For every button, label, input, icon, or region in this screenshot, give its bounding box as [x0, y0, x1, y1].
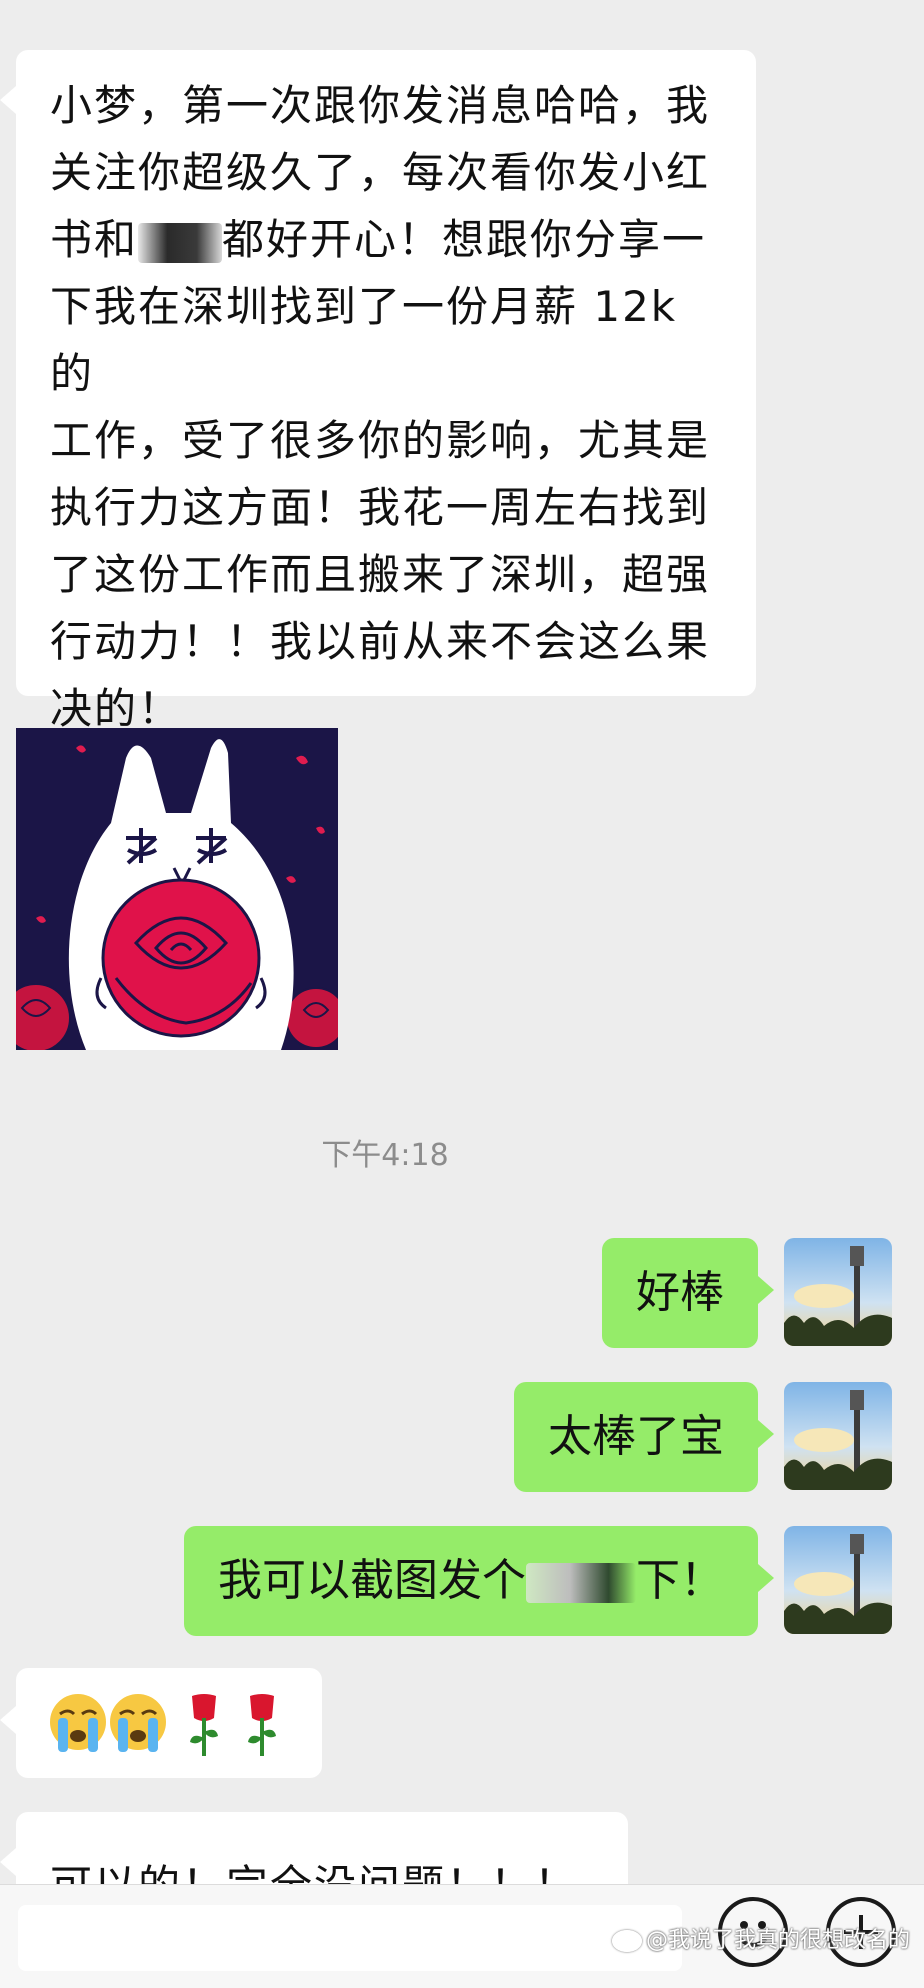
user-avatar[interactable] — [784, 1526, 892, 1634]
message-line: 书和 都好开心！想跟你分享一 — [50, 206, 728, 273]
bunny-rose-sticker[interactable] — [16, 728, 338, 1050]
avatar-image — [784, 1526, 892, 1634]
message-line: 小梦，第一次跟你发消息哈哈，我 — [50, 81, 711, 130]
message-fragment: 书和 — [50, 215, 139, 264]
outgoing-message-text: 好棒 — [636, 1267, 724, 1318]
avatar-image — [784, 1382, 892, 1490]
weibo-icon — [611, 1930, 642, 1952]
watermark-text: @我说了我真的很想改名的 — [645, 1928, 910, 1953]
crying-face-icon — [110, 1694, 166, 1752]
message-line: 关注你超级久了，每次看你发小红 — [50, 148, 711, 197]
outgoing-message-text: 太棒了宝 — [548, 1411, 724, 1462]
message-fragment: 都好开心！想跟你分享一 — [222, 215, 707, 264]
message-line: 了这份工作而且搬来了深圳，超强 — [50, 550, 711, 599]
crying-face-icon — [50, 1694, 106, 1752]
outgoing-message-text: 下！ — [636, 1555, 724, 1606]
message-timestamp: 下午4:18 — [321, 1138, 449, 1173]
message-line: 下我在深圳找到了一份月薪 12k 的 — [50, 282, 678, 398]
redacted-blur — [138, 222, 223, 263]
incoming-emoji-bubble[interactable] — [0, 1668, 322, 1778]
weibo-watermark: @我说了我真的很想改名的 — [611, 1922, 910, 1954]
rose-icon — [190, 1694, 218, 1756]
outgoing-message-text: 我可以截图发个 — [218, 1555, 526, 1606]
redacted-blur — [526, 1563, 636, 1603]
outgoing-message-bubble[interactable]: 好棒 — [602, 1238, 774, 1348]
incoming-message-bubble[interactable]: 小梦，第一次跟你发消息哈哈，我 关注你超级久了，每次看你发小红 书和 都好开心！想… — [0, 50, 756, 733]
user-avatar[interactable] — [784, 1382, 892, 1490]
outgoing-message-bubble[interactable]: 太棒了宝 — [514, 1382, 774, 1492]
avatar-image — [784, 1238, 892, 1346]
bunny-rose-sticker-image — [16, 728, 338, 1050]
chat-screen: 小梦，第一次跟你发消息哈哈，我 关注你超级久了，每次看你发小红 书和 都好开心！想… — [0, 0, 924, 1988]
user-avatar[interactable] — [784, 1238, 892, 1346]
message-input[interactable] — [18, 1905, 682, 1971]
message-line: 执行力这方面！我花一周左右找到 — [50, 483, 711, 532]
outgoing-message-bubble[interactable]: 我可以截图发个 下！ — [184, 1526, 774, 1636]
message-line: 行动力！！我以前从来不会这么果 — [50, 617, 711, 666]
emoji-row — [50, 1694, 276, 1756]
rose-icon — [248, 1694, 276, 1756]
message-line: 工作，受了很多你的影响，尤其是 — [50, 416, 711, 465]
